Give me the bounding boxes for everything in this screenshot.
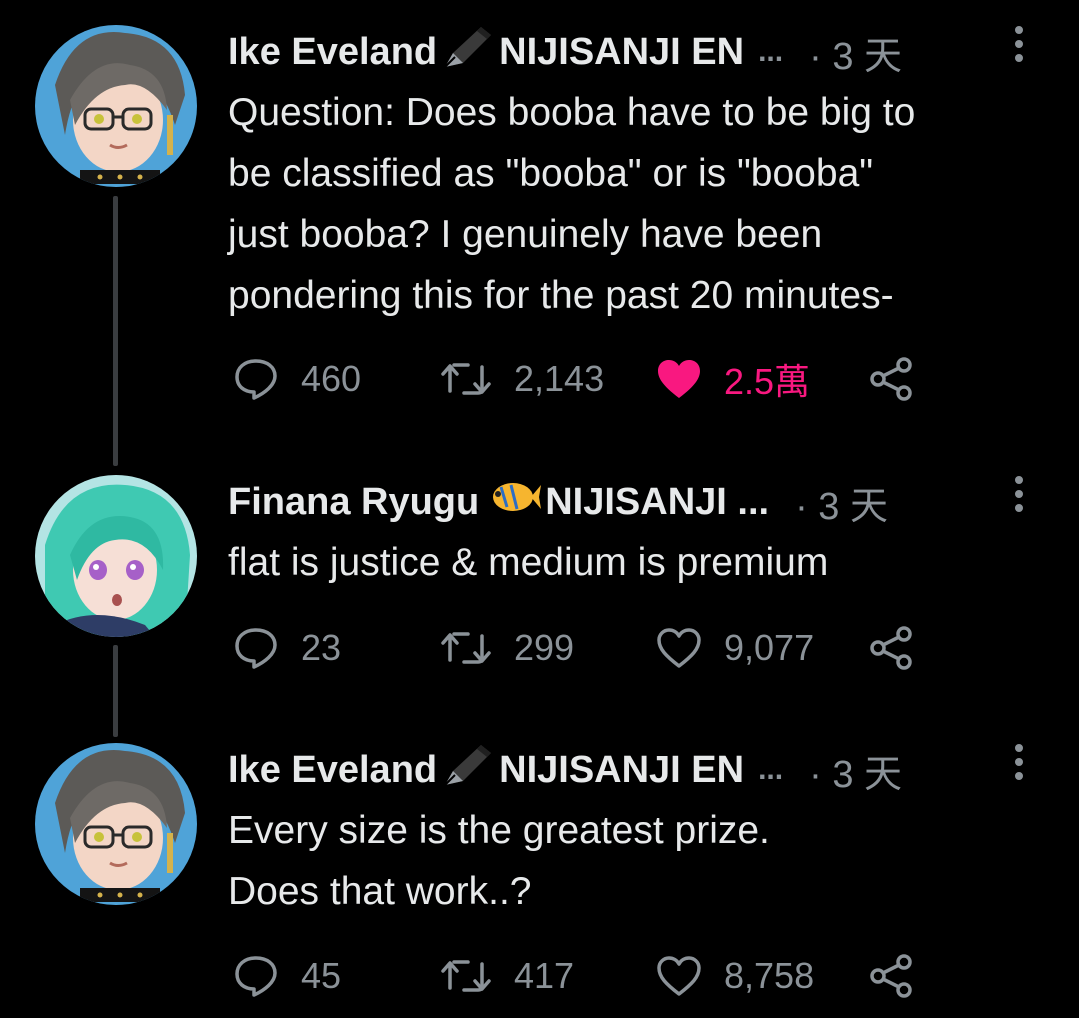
name-truncation: ... xyxy=(758,35,784,68)
reply-icon xyxy=(235,628,277,669)
reply-icon xyxy=(235,359,277,400)
retweet-icon xyxy=(441,363,491,395)
like-button[interactable]: 9,077 xyxy=(656,618,814,678)
heart-outline-icon xyxy=(657,956,701,996)
tweet-header: Finana Ryugu NIJISANJI ... · 3 天 xyxy=(228,472,888,532)
tweet-header: Ike Eveland NIJISANJI EN ... · 3 天 xyxy=(228,740,902,800)
like-button[interactable]: 2.5萬 xyxy=(656,349,810,409)
fountain-pen-icon xyxy=(441,23,495,81)
like-count: 2.5萬 xyxy=(724,361,811,402)
author-org[interactable]: NIJISANJI ... xyxy=(545,481,769,524)
tweet-time[interactable]: · 3 天 xyxy=(809,25,902,80)
tweet-time[interactable]: · 3 天 xyxy=(809,743,902,798)
avatar-ike-image xyxy=(35,25,197,187)
like-count: 9,077 xyxy=(724,627,815,668)
reply-button[interactable]: 45 xyxy=(233,946,341,1006)
heart-filled-icon xyxy=(658,360,700,398)
more-options-icon[interactable] xyxy=(1014,26,1024,62)
author-org[interactable]: NIJISANJI EN xyxy=(499,749,744,792)
author-org[interactable]: NIJISANJI EN xyxy=(499,31,744,74)
avatar-ike-eveland[interactable] xyxy=(35,25,197,187)
tweet-2[interactable]: Finana Ryugu NIJISANJI ... · 3 天 flat is… xyxy=(0,472,1079,692)
share-button[interactable] xyxy=(868,946,936,1006)
tweet-text: Every size is the greatest prize. Does t… xyxy=(228,809,770,913)
tweet-text: Question: Does booba have to be big to b… xyxy=(228,91,916,317)
share-icon xyxy=(870,954,912,998)
retweet-count: 417 xyxy=(514,955,575,996)
author-name[interactable]: Ike Eveland xyxy=(228,749,437,792)
avatar-finana-image xyxy=(35,475,197,637)
share-icon xyxy=(870,357,912,401)
retweet-count: 299 xyxy=(514,627,575,668)
retweet-count: 2,143 xyxy=(514,358,605,399)
reply-count: 460 xyxy=(301,358,362,399)
more-options-icon[interactable] xyxy=(1014,744,1024,780)
avatar-finana-ryugu[interactable] xyxy=(35,475,197,637)
reply-count: 45 xyxy=(301,955,342,996)
fountain-pen-icon xyxy=(441,741,495,799)
retweet-button[interactable]: 2,143 xyxy=(440,349,604,409)
like-count: 8,758 xyxy=(724,955,815,996)
tweet-actions: 45 417 8,758 xyxy=(228,946,1028,1006)
retweet-icon xyxy=(441,632,491,664)
share-button[interactable] xyxy=(868,618,936,678)
author-name[interactable]: Finana Ryugu xyxy=(228,481,479,524)
tweet-1[interactable]: Ike Eveland NIJISANJI EN ... · 3 天 Quest… xyxy=(0,22,1079,442)
retweet-button[interactable]: 417 xyxy=(440,946,574,1006)
share-button[interactable] xyxy=(868,349,936,409)
reply-button[interactable]: 460 xyxy=(233,349,361,409)
retweet-button[interactable]: 299 xyxy=(440,618,574,678)
tweet-actions: 460 2,143 2.5萬 xyxy=(228,349,1028,409)
name-truncation: ... xyxy=(758,753,784,786)
tweet-3[interactable]: Ike Eveland NIJISANJI EN ... · 3 天 Every… xyxy=(0,740,1079,1010)
tweet-header: Ike Eveland NIJISANJI EN ... · 3 天 xyxy=(228,22,902,82)
fish-icon xyxy=(483,473,542,531)
reply-button[interactable]: 23 xyxy=(233,618,341,678)
reply-count: 23 xyxy=(301,627,342,668)
reply-icon xyxy=(235,956,277,997)
tweet-text: flat is justice & medium is premium xyxy=(228,541,829,584)
author-name[interactable]: Ike Eveland xyxy=(228,31,437,74)
like-button[interactable]: 8,758 xyxy=(656,946,814,1006)
retweet-icon xyxy=(441,960,491,992)
avatar-ike-image xyxy=(35,743,197,905)
tweet-time[interactable]: · 3 天 xyxy=(795,475,888,530)
more-options-icon[interactable] xyxy=(1014,476,1024,512)
tweet-actions: 23 299 9,077 xyxy=(228,618,1028,678)
heart-outline-icon xyxy=(657,628,701,668)
share-icon xyxy=(870,626,912,670)
avatar-ike-eveland[interactable] xyxy=(35,743,197,905)
